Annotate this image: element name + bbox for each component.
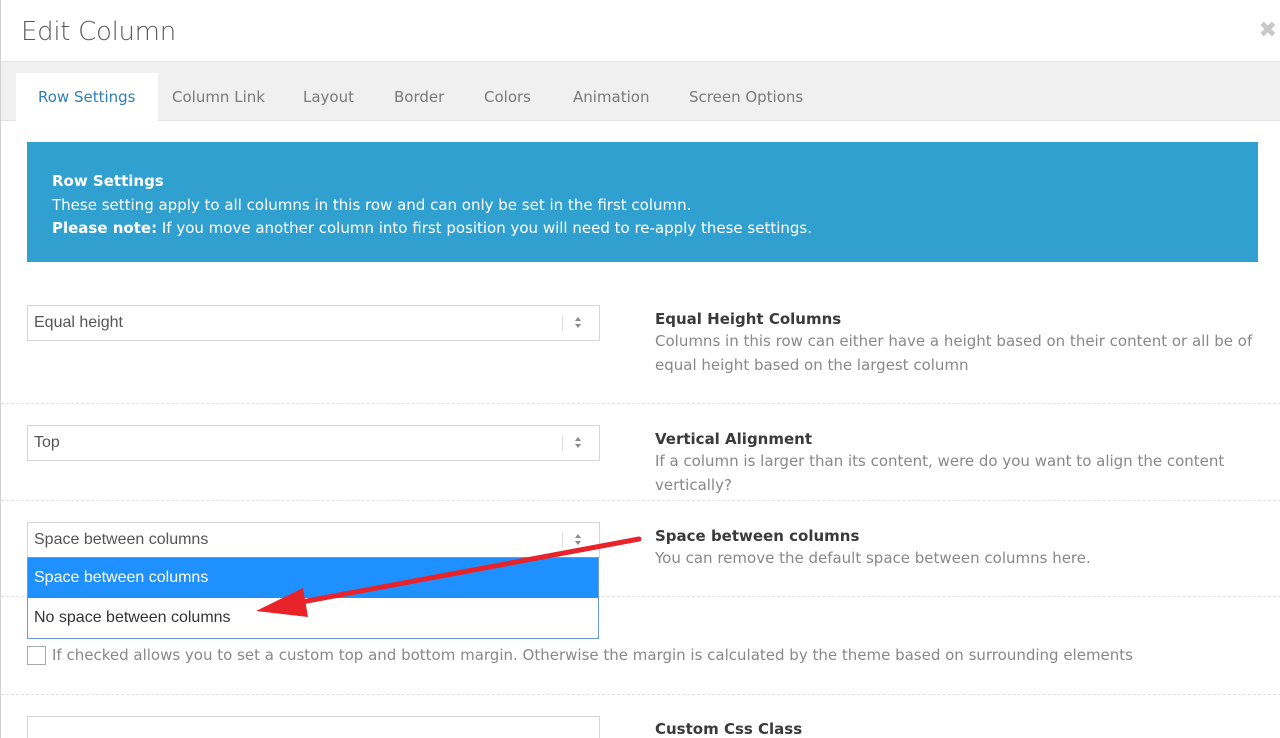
notice-note-text: If you move another column into first po… — [157, 219, 812, 237]
notice-note-label: Please note: — [52, 219, 158, 237]
vertical-alignment-select[interactable]: Top — [27, 425, 600, 461]
select-arrows-icon — [573, 315, 583, 331]
option-space-between-columns[interactable]: Space between columns — [28, 558, 598, 598]
tab-layout[interactable]: Layout — [281, 73, 376, 121]
tab-column-link[interactable]: Column Link — [150, 73, 287, 121]
tab-animation[interactable]: Animation — [551, 73, 671, 121]
spacing-dropdown-list: Space between columns No space between c… — [27, 557, 599, 639]
option-no-space-between-columns[interactable]: No space between columns — [28, 598, 598, 638]
row-settings-notice: Row Settings These setting apply to all … — [27, 142, 1258, 262]
spacing-title: Space between columns — [655, 527, 860, 545]
tab-screen-options[interactable]: Screen Options — [667, 73, 825, 121]
select-separator — [562, 532, 563, 548]
custom-margin-checkbox[interactable] — [27, 646, 46, 665]
equal-height-select-value: Equal height — [34, 314, 123, 331]
spacing-desc: You can remove the default space between… — [655, 549, 1091, 567]
vertical-alignment-select-value: Top — [34, 434, 60, 451]
equal-height-row: Equal height Equal Height Columns Column… — [1, 285, 1280, 404]
notice-line: These setting apply to all columns in th… — [52, 195, 692, 214]
vertical-alignment-desc: If a column is larger than its content, … — [655, 452, 1225, 494]
select-arrows-icon — [573, 435, 583, 451]
vertical-alignment-row: Top Vertical Alignment If a column is la… — [1, 404, 1280, 501]
equal-height-select[interactable]: Equal height — [27, 305, 600, 341]
tab-colors[interactable]: Colors — [462, 73, 553, 121]
tab-border[interactable]: Border — [372, 73, 466, 121]
vertical-alignment-title: Vertical Alignment — [655, 430, 813, 448]
modal-header: Edit Column ✖ — [1, 0, 1280, 62]
custom-margin-desc: If checked allows you to set a custom to… — [52, 646, 1133, 664]
equal-height-desc: Columns in this row can either have a he… — [655, 332, 1253, 374]
select-separator — [562, 435, 563, 451]
edit-column-modal: Edit Column ✖ Row Settings Column Link L… — [0, 0, 1280, 738]
modal-title: Edit Column — [21, 17, 176, 47]
select-separator — [562, 315, 563, 331]
spacing-select[interactable]: Space between columns — [27, 522, 600, 558]
close-icon[interactable]: ✖ — [1259, 19, 1277, 41]
select-arrows-icon — [573, 532, 583, 548]
equal-height-title: Equal Height Columns — [655, 310, 842, 328]
custom-css-input[interactable] — [27, 716, 600, 738]
custom-css-title: Custom Css Class — [655, 720, 803, 738]
tab-row-settings[interactable]: Row Settings — [16, 73, 158, 121]
spacing-select-value: Space between columns — [34, 531, 209, 548]
tabs-bar: Row Settings Column Link Layout Border C… — [1, 62, 1280, 121]
notice-title: Row Settings — [52, 172, 164, 190]
